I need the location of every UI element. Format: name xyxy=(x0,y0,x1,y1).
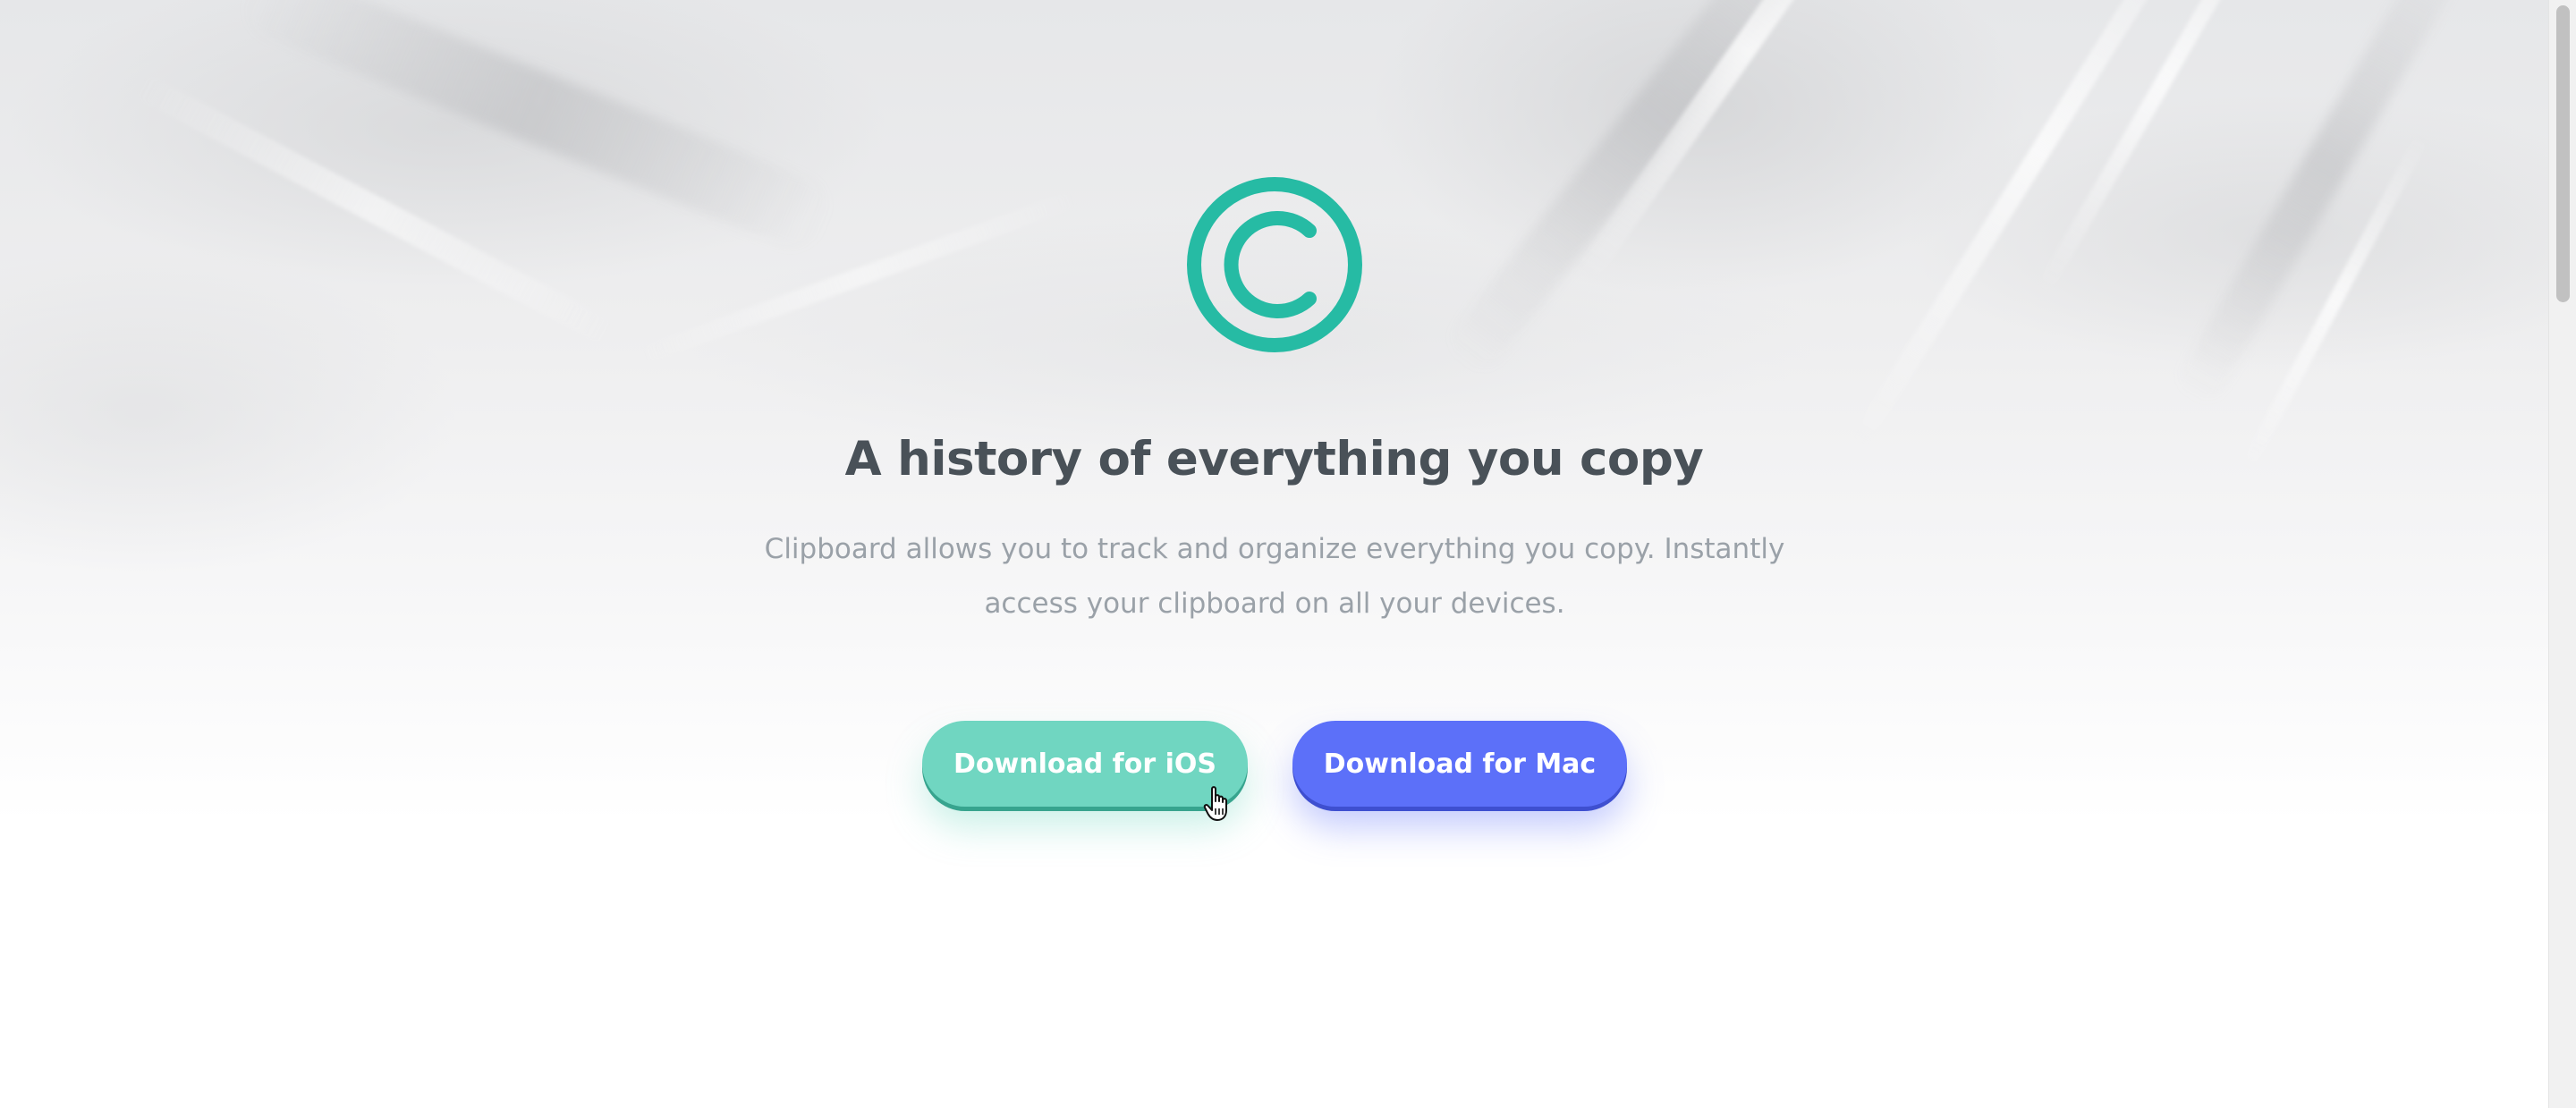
marble-hero-background xyxy=(0,0,2548,823)
vertical-scrollbar[interactable] xyxy=(2548,0,2576,1108)
background-texture xyxy=(2172,0,2479,410)
scrollbar-thumb[interactable] xyxy=(2556,5,2570,302)
download-ios-button[interactable]: Download for iOS xyxy=(922,721,1248,807)
hero-subtitle: Clipboard allows you to track and organi… xyxy=(764,533,1785,620)
copyright-c-logo-icon xyxy=(1187,177,1362,352)
hero-title: A history of everything you copy xyxy=(844,432,1704,486)
download-mac-button[interactable]: Download for Mac xyxy=(1292,721,1627,807)
hand-pointer-cursor-icon xyxy=(1203,786,1227,821)
background-texture xyxy=(233,0,841,258)
background-texture xyxy=(637,189,1080,366)
landing-page: A history of everything you copy Clipboa… xyxy=(0,0,2576,1108)
